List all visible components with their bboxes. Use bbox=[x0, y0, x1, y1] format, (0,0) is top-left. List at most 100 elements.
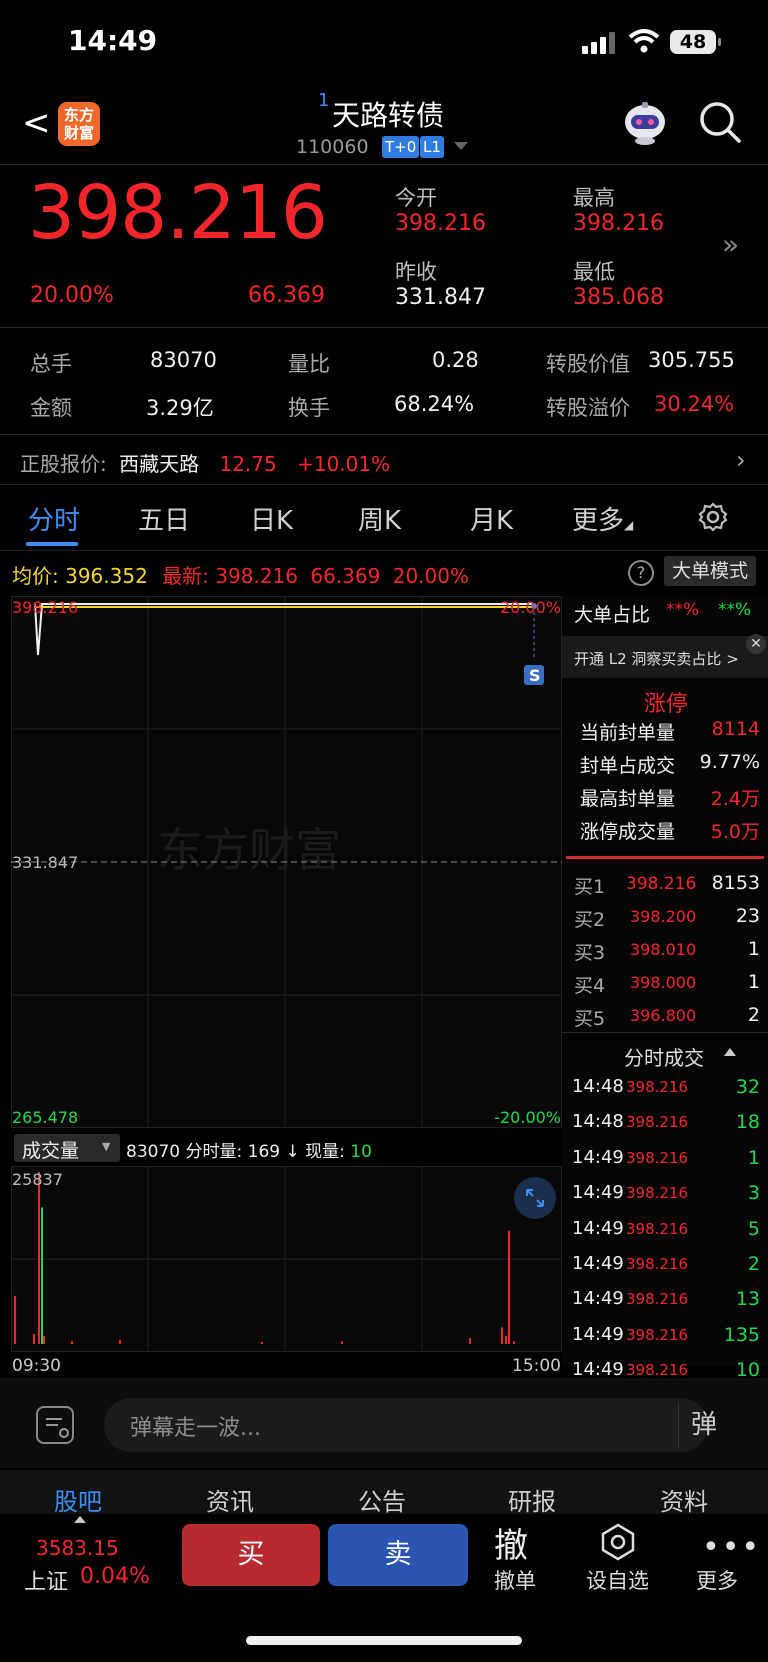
tick-time: 14:49 bbox=[572, 1182, 624, 1204]
caret-down-icon: ▼ bbox=[102, 1140, 111, 1153]
limit-up-row-value: 9.77% bbox=[699, 751, 760, 773]
orderbook-volume: 23 bbox=[735, 905, 760, 927]
btab-notice[interactable]: 公告 bbox=[358, 1482, 406, 1517]
volume-bar bbox=[341, 1341, 343, 1344]
underlying-quote-row[interactable]: 正股报价: 西藏天路 12.75 +10.01% bbox=[20, 448, 390, 477]
page-title: 天路转债 bbox=[332, 99, 445, 132]
orderbook-label: 买2 bbox=[574, 909, 606, 931]
avg-price-bar: 均价: 396.352 最新: 398.216 66.369 20.00% bbox=[12, 560, 469, 589]
volume-bar bbox=[501, 1327, 503, 1344]
buy-button[interactable]: 买 bbox=[182, 1524, 320, 1586]
tab-active-indicator bbox=[26, 542, 78, 546]
stat-value-conv-value: 305.755 bbox=[648, 348, 735, 372]
tick-volume: 5 bbox=[747, 1217, 760, 1240]
underlying-pct: +10.01% bbox=[297, 452, 391, 476]
danmu-toggle-icon[interactable] bbox=[36, 1406, 74, 1444]
s-marker-text: S bbox=[529, 666, 541, 685]
latest-value: 398.216 bbox=[215, 564, 299, 588]
now-volume-value: 10 bbox=[350, 1142, 372, 1162]
volume-axis-max: 25837 bbox=[12, 1170, 63, 1189]
cancel-order-button[interactable]: 撤单 bbox=[494, 1565, 536, 1595]
intraday-price-chart[interactable]: 东方财富 S 398.216 20.00% 331.847 265.478 -2… bbox=[11, 596, 562, 1128]
tick-time: 14:48 bbox=[572, 1076, 624, 1097]
tick-time: 14:49 bbox=[572, 1323, 624, 1345]
l1-badge[interactable]: L1 bbox=[420, 136, 444, 158]
index-value[interactable]: 3583.15 bbox=[36, 1536, 119, 1560]
volume-bar bbox=[505, 1336, 507, 1344]
latest-label: 最新: bbox=[162, 564, 209, 588]
l2-promo-text: 开通 L2 洞察买卖占比 > bbox=[574, 650, 739, 668]
search-icon[interactable] bbox=[698, 100, 742, 144]
tab-week-k[interactable]: 周K bbox=[358, 500, 401, 537]
chevron-right-icon[interactable]: › bbox=[736, 446, 746, 474]
low-label: 最低 bbox=[573, 260, 615, 284]
caret-up-icon[interactable] bbox=[724, 1048, 736, 1056]
tab-day-k[interactable]: 日K bbox=[250, 500, 293, 537]
caret-up-icon-2[interactable] bbox=[74, 1516, 86, 1523]
stat-label-conv-value: 转股价值 bbox=[546, 352, 630, 376]
tick-time: 14:49 bbox=[572, 1146, 624, 1168]
l2-promo-banner[interactable]: 开通 L2 洞察买卖占比 > bbox=[562, 636, 768, 678]
more-dots-icon[interactable]: ••• bbox=[702, 1530, 761, 1565]
stat-value-turnover: 68.24% bbox=[394, 392, 475, 416]
help-icon[interactable]: ? bbox=[628, 560, 654, 586]
volume-info: 83070 分时量: 169 ↓ 现量: 10 bbox=[126, 1137, 372, 1162]
back-button[interactable]: < bbox=[22, 103, 51, 143]
danmu-send-button[interactable]: 弹 bbox=[678, 1402, 729, 1448]
cancel-icon[interactable]: 撤 bbox=[494, 1518, 528, 1567]
volume-total: 83070 bbox=[126, 1142, 181, 1162]
volume-bar bbox=[41, 1207, 43, 1344]
volume-bar bbox=[43, 1336, 45, 1344]
big-order-sell-ratio: **% bbox=[718, 600, 752, 620]
down-arrow-icon: ↓ bbox=[285, 1142, 300, 1162]
btab-news[interactable]: 资讯 bbox=[206, 1482, 254, 1517]
danmu-placeholder: 弹幕走一波... bbox=[130, 1416, 261, 1441]
index-name: 上证 bbox=[24, 1570, 69, 1595]
ticks-title[interactable]: 分时成交 bbox=[624, 1042, 704, 1071]
high-value: 398.216 bbox=[573, 211, 664, 236]
volume-selector[interactable]: 成交量 ▼ bbox=[14, 1134, 120, 1162]
volume-chart[interactable]: 25837 bbox=[11, 1166, 562, 1352]
last-price: 398.216 bbox=[28, 170, 328, 256]
settings-gear-icon[interactable] bbox=[698, 502, 728, 532]
close-icon[interactable]: ✕ bbox=[746, 634, 766, 654]
add-watchlist-button[interactable]: 设自选 bbox=[586, 1565, 649, 1595]
axis-bottom-pct: -20.00% bbox=[494, 1108, 561, 1127]
add-watchlist-icon[interactable] bbox=[598, 1522, 638, 1562]
tick-price: 398.216 bbox=[626, 1113, 689, 1132]
double-chevron-right-icon[interactable]: » bbox=[722, 228, 739, 261]
volume-bar bbox=[469, 1338, 471, 1344]
tab-intraday[interactable]: 分时 bbox=[28, 500, 80, 537]
latest-change: 66.369 bbox=[310, 564, 381, 588]
chevron-down-icon[interactable] bbox=[454, 142, 468, 150]
sell-button[interactable]: 卖 bbox=[328, 1524, 468, 1586]
axis-top-price: 398.216 bbox=[12, 598, 78, 617]
btab-guba[interactable]: 股吧 bbox=[54, 1482, 102, 1517]
title-prefix: 1 bbox=[318, 90, 330, 111]
big-order-mode-button[interactable]: 大单模式 bbox=[664, 556, 756, 586]
limit-up-row-value: 8114 bbox=[711, 718, 760, 740]
tab-month-k[interactable]: 月K bbox=[470, 500, 513, 537]
open-value: 398.216 bbox=[395, 211, 486, 236]
tick-time: 14:49 bbox=[572, 1253, 624, 1274]
axis-mid-price: 331.847 bbox=[12, 853, 78, 872]
tick-time: 14:49 bbox=[572, 1288, 624, 1310]
expand-button[interactable] bbox=[514, 1177, 556, 1219]
now-volume-label: 现量: bbox=[305, 1142, 345, 1162]
fs-volume-value: 169 bbox=[247, 1142, 281, 1162]
more-button[interactable]: 更多 bbox=[696, 1565, 738, 1595]
robot-assistant-icon[interactable] bbox=[620, 100, 670, 146]
underlying-label: 正股报价: bbox=[20, 452, 107, 476]
limit-up-title: 涨停 bbox=[644, 692, 689, 717]
btab-research[interactable]: 研报 bbox=[508, 1482, 556, 1517]
orderbook-volume: 1 bbox=[747, 938, 760, 960]
avg-value: 396.352 bbox=[65, 564, 148, 588]
limit-up-row-label: 封单占成交 bbox=[580, 755, 676, 777]
limit-up-row-label: 涨停成交量 bbox=[580, 821, 676, 843]
tab-five-day[interactable]: 五日 bbox=[138, 500, 190, 537]
btab-profile[interactable]: 资料 bbox=[660, 1482, 708, 1517]
orderbook-volume: 8153 bbox=[711, 872, 760, 894]
tick-volume: 135 bbox=[723, 1323, 760, 1346]
index-pct: 0.04% bbox=[80, 1564, 150, 1589]
tab-more[interactable]: 更多◢ bbox=[572, 500, 633, 537]
